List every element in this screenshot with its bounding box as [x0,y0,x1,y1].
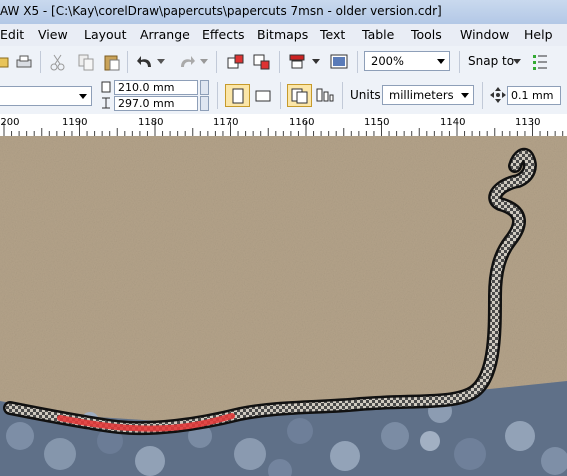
application-launcher-icon[interactable] [287,52,307,72]
menu-tools[interactable]: Tools [411,27,442,42]
all-pages-icon [291,88,308,104]
property-bar: 210.0 mm 297.0 mm Units: millimeters 0.1… [0,77,567,115]
nudge-distance-value: 0.1 mm [511,89,554,102]
current-page-icon[interactable] [315,86,335,106]
copy-icon[interactable] [76,52,96,72]
launcher-dropdown-icon[interactable] [312,57,320,65]
portrait-button[interactable] [225,84,250,107]
nudge-distance-field[interactable]: 0.1 mm [507,86,561,105]
units-value: millimeters [389,88,454,102]
page-height-icon [102,97,110,109]
page-width-field[interactable]: 210.0 mm [114,80,198,95]
title-bar: AW X5 - [C:\Kay\corelDraw\papercuts\pape… [0,0,567,24]
ruler-label-1130: 1130 [515,117,541,128]
paper-type-select[interactable] [0,86,92,106]
undo-icon[interactable] [136,52,156,72]
print-icon[interactable] [14,52,34,72]
menu-view[interactable]: View [38,27,68,42]
redo-icon[interactable] [176,52,196,72]
page-width-value: 210.0 mm [118,81,175,94]
export-icon[interactable] [252,52,272,72]
ruler-label-1180: 1180 [138,117,164,128]
horizontal-ruler[interactable]: 1200 1190 1180 1170 1160 1150 1140 1130 [0,114,567,137]
ruler-label-1190: 1190 [62,117,88,128]
drawing-canvas[interactable] [0,136,567,476]
nudge-icon [490,87,506,103]
units-label: Units: [350,88,385,102]
menu-help[interactable]: Help [524,27,553,42]
import-icon[interactable] [226,52,246,72]
page-width-icon [101,81,111,93]
page-height-field[interactable]: 297.0 mm [114,96,198,111]
units-select[interactable]: millimeters [382,85,474,105]
menu-text[interactable]: Text [320,27,345,42]
ruler-label-1140: 1140 [440,117,466,128]
page-width-stepper[interactable] [200,80,209,95]
page-height-value: 297.0 mm [118,97,175,110]
window-title: AW X5 - [C:\Kay\corelDraw\papercuts\pape… [0,4,442,18]
menu-bitmaps[interactable]: Bitmaps [257,27,308,42]
chevron-down-icon [79,94,87,99]
open-icon[interactable] [0,52,14,72]
zoom-level-value: 200% [371,54,404,68]
menu-edit[interactable]: Edit [0,27,24,42]
welcome-screen-icon[interactable] [329,52,349,72]
menu-effects[interactable]: Effects [202,27,245,42]
landscape-icon[interactable] [254,86,274,106]
snake-photo [0,136,567,476]
portrait-icon [232,88,244,104]
menu-table[interactable]: Table [362,27,394,42]
ruler-label-1170: 1170 [213,117,239,128]
standard-toolbar: 200% Snap to [0,46,567,78]
menu-arrange[interactable]: Arrange [140,27,190,42]
paste-icon[interactable] [102,52,122,72]
cut-icon[interactable] [48,52,68,72]
options-icon[interactable] [530,52,550,72]
chevron-down-icon [437,59,445,64]
ruler-label-1150: 1150 [364,117,390,128]
menu-layout[interactable]: Layout [84,27,127,42]
undo-dropdown-icon[interactable] [157,57,165,65]
menu-window[interactable]: Window [460,27,509,42]
ruler-label-1200: 1200 [0,117,20,128]
menu-bar: Edit View Layout Arrange Effects Bitmaps… [0,24,567,47]
snap-to-button[interactable]: Snap to [468,54,514,68]
snap-to-dropdown-icon[interactable] [513,57,521,65]
chevron-down-icon [461,93,469,98]
page-height-stepper[interactable] [200,96,209,111]
all-pages-button[interactable] [287,84,312,107]
redo-dropdown-icon[interactable] [200,57,208,65]
ruler-label-1160: 1160 [289,117,315,128]
zoom-level-select[interactable]: 200% [364,51,450,71]
